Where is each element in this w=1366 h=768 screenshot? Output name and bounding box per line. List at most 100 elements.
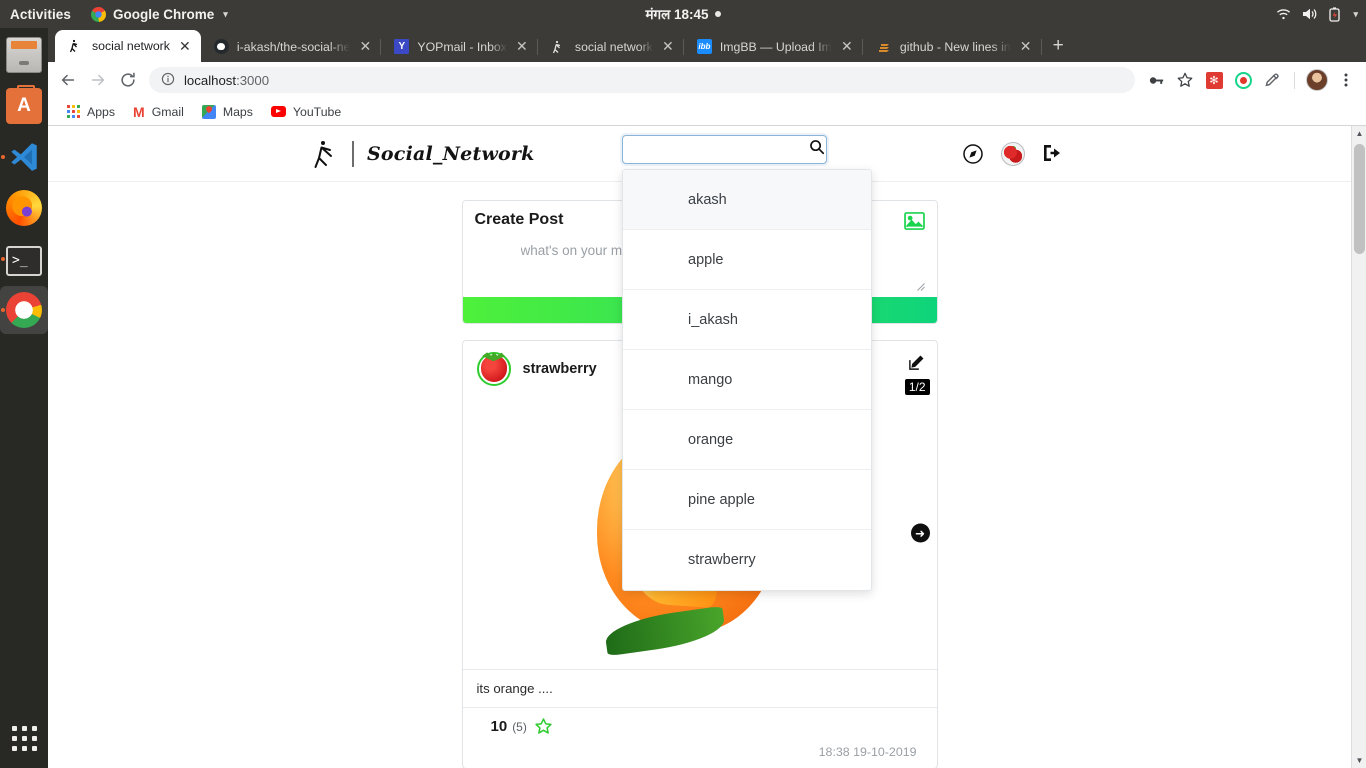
- image-upload-icon[interactable]: [903, 212, 925, 230]
- profile-avatar[interactable]: [1303, 66, 1331, 94]
- bookmark-gmail[interactable]: M Gmail: [124, 101, 193, 123]
- close-icon[interactable]: ✕: [178, 38, 192, 55]
- arrow-right-circle-icon[interactable]: ➜: [910, 523, 930, 543]
- active-app-menu[interactable]: Google Chrome ▾: [85, 6, 234, 22]
- search-box[interactable]: [622, 135, 827, 164]
- gnome-top-bar: Activities Google Chrome ▾ मंगल 18:45 ▾: [0, 0, 1366, 28]
- forward-button[interactable]: [84, 66, 112, 94]
- extension-target-icon[interactable]: [1229, 66, 1257, 94]
- bookmark-apps[interactable]: Apps: [58, 101, 124, 123]
- page-scrollbar[interactable]: ▲ ▼: [1351, 126, 1366, 768]
- dock-item-terminal[interactable]: >_: [0, 235, 48, 283]
- bookmarks-bar: Apps M Gmail Maps YouTube: [48, 98, 1366, 126]
- suggestion-avatar: [645, 186, 673, 214]
- post-author-avatar[interactable]: [476, 352, 511, 386]
- battery-icon: [1329, 6, 1341, 22]
- close-icon[interactable]: ✕: [515, 38, 529, 55]
- reload-button[interactable]: [114, 66, 142, 94]
- suggestion-item-akash[interactable]: akash: [623, 170, 871, 230]
- scroll-up-icon[interactable]: ▲: [1352, 126, 1366, 141]
- eyedropper-icon[interactable]: [1258, 66, 1286, 94]
- tab-yopmail[interactable]: Y YOPmail - Inbox ✕: [381, 31, 538, 62]
- media-counter-badge: 1/2: [904, 379, 930, 395]
- suggestion-item-orange[interactable]: orange: [623, 410, 871, 470]
- star-icon[interactable]: [1171, 66, 1199, 94]
- imgbb-icon: ibb: [696, 39, 712, 54]
- wifi-icon: [1276, 8, 1291, 21]
- tab-github-repo[interactable]: i-akash/the-social-ne ✕: [201, 31, 382, 62]
- key-icon[interactable]: [1142, 66, 1170, 94]
- tab-github-search[interactable]: github - New lines in ✕: [863, 31, 1042, 62]
- suggestion-item-apple[interactable]: apple: [623, 230, 871, 290]
- info-circle-icon: [161, 72, 175, 89]
- chrome-menu-icon[interactable]: [1332, 66, 1360, 94]
- yopmail-icon: Y: [394, 39, 410, 54]
- dock-item-files[interactable]: [0, 31, 48, 79]
- github-icon: [213, 39, 229, 54]
- suggestion-item-i-akash[interactable]: i_akash: [623, 290, 871, 350]
- search-suggestions-dropdown: akash apple i_akash mango orange pine ap…: [622, 169, 872, 591]
- brand[interactable]: Social_Network: [313, 139, 534, 169]
- page-title: Social_Network: [367, 142, 535, 165]
- chevron-down-icon: ▾: [1353, 8, 1358, 19]
- suggestion-item-pine-apple[interactable]: pine apple: [623, 470, 871, 530]
- post-footer: 10 (5) 18:38 19-10-2019: [463, 708, 937, 768]
- address-bar[interactable]: localhost:3000: [149, 67, 1135, 93]
- clock-label: मंगल 18:45: [645, 7, 709, 22]
- search-input[interactable]: [633, 136, 809, 163]
- back-button[interactable]: [54, 66, 82, 94]
- system-tray[interactable]: ▾: [1276, 0, 1358, 28]
- dock-item-ubuntu-software[interactable]: A: [0, 82, 48, 130]
- suggestion-avatar: [645, 546, 673, 574]
- explore-compass-icon[interactable]: [962, 143, 984, 165]
- suggestion-label: i_akash: [688, 311, 738, 328]
- bookmark-label: Gmail: [151, 104, 184, 119]
- dock-item-chrome[interactable]: [0, 286, 48, 334]
- stickman-icon: [551, 39, 567, 55]
- logout-icon[interactable]: [1042, 143, 1064, 165]
- ubuntu-dock: A >_: [0, 28, 48, 768]
- edit-pencil-icon[interactable]: [908, 354, 925, 371]
- new-tab-button[interactable]: +: [1042, 35, 1076, 62]
- files-icon: [6, 37, 42, 73]
- firefox-icon: [6, 190, 42, 226]
- tab-title: social network: [574, 39, 653, 54]
- profile-avatar-strawberry[interactable]: [1001, 141, 1025, 166]
- dock-item-firefox[interactable]: [0, 184, 48, 232]
- close-icon[interactable]: ✕: [661, 38, 675, 55]
- scrollbar-thumb[interactable]: [1354, 144, 1365, 254]
- resize-handle-icon[interactable]: [916, 278, 925, 291]
- search-icon[interactable]: [809, 139, 825, 160]
- tab-social-network-2[interactable]: social network ✕: [538, 31, 684, 62]
- brand-divider: [352, 140, 354, 167]
- chrome-icon: [91, 6, 107, 22]
- extension-red-icon[interactable]: ✻: [1200, 66, 1228, 94]
- tab-social-network-1[interactable]: social network ✕: [55, 30, 201, 62]
- active-app-label: Google Chrome: [113, 6, 215, 22]
- post-author-name[interactable]: strawberry: [523, 361, 597, 377]
- close-icon[interactable]: ✕: [358, 38, 372, 55]
- vscode-icon: [6, 139, 42, 175]
- scroll-down-icon[interactable]: ▼: [1352, 753, 1366, 768]
- suggestion-label: akash: [688, 191, 727, 208]
- search-container: [622, 135, 827, 164]
- dock-item-vscode[interactable]: [0, 133, 48, 181]
- activities-button[interactable]: Activities: [0, 7, 85, 22]
- target-badge: [1234, 71, 1252, 89]
- close-icon[interactable]: ✕: [840, 38, 854, 55]
- tab-title: YOPmail - Inbox: [417, 39, 507, 54]
- tab-title: github - New lines in: [899, 39, 1011, 54]
- close-icon[interactable]: ✕: [1019, 38, 1033, 55]
- suggestion-item-mango[interactable]: mango: [623, 350, 871, 410]
- tab-imgbb[interactable]: ibb ImgBB — Upload Im ✕: [684, 31, 863, 62]
- show-applications-button[interactable]: [0, 714, 48, 762]
- clock[interactable]: मंगल 18:45: [645, 5, 721, 23]
- bookmark-maps[interactable]: Maps: [193, 101, 262, 123]
- suggestion-item-strawberry[interactable]: strawberry: [623, 530, 871, 590]
- notification-dot-icon: [714, 11, 721, 17]
- bookmark-youtube[interactable]: YouTube: [262, 101, 350, 123]
- toolbar-divider: [1294, 71, 1295, 89]
- star-outline-icon[interactable]: [534, 717, 553, 736]
- url-port: :3000: [236, 72, 270, 88]
- suggestion-avatar: [645, 486, 673, 514]
